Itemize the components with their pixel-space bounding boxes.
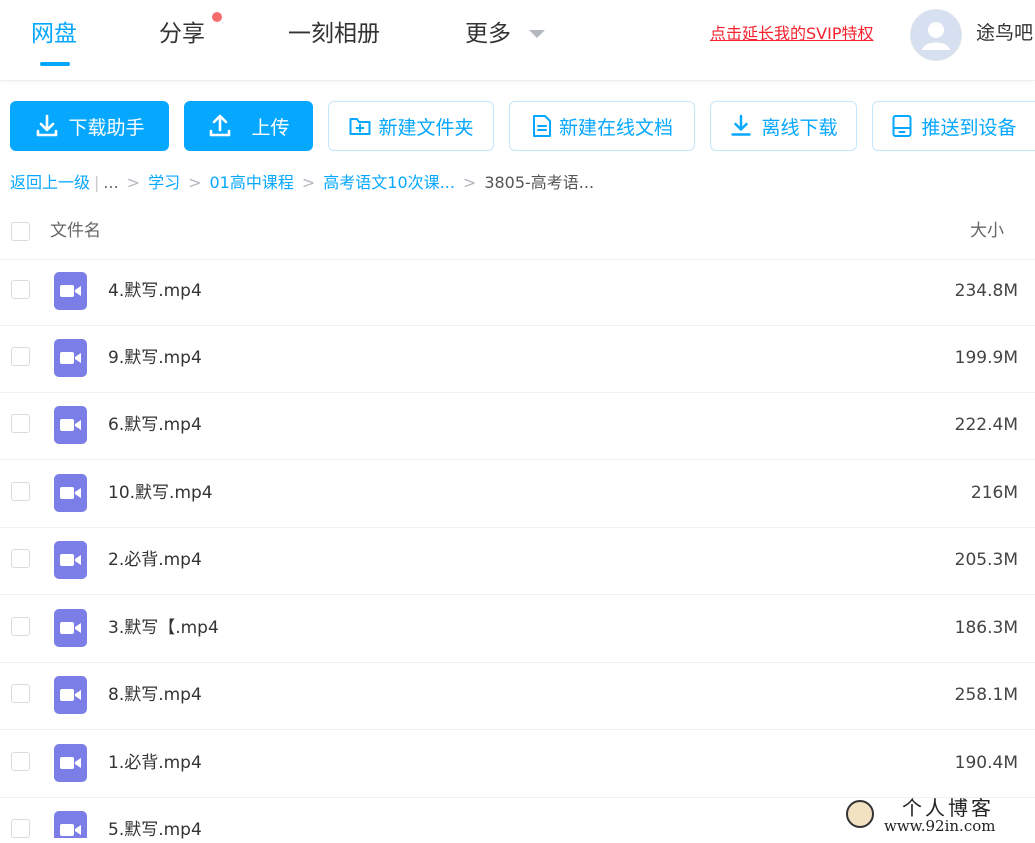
upload-button[interactable]: 上传 <box>184 101 313 151</box>
breadcrumb-item-study[interactable]: 学习 <box>148 173 180 192</box>
video-file-icon <box>54 339 87 377</box>
file-size: 199.9M <box>954 348 1018 368</box>
file-size: 234.8M <box>954 281 1018 301</box>
breadcrumb-ellipsis[interactable]: ... <box>103 173 118 192</box>
table-row[interactable]: 8.默写.mp4 258.1M <box>0 662 1035 730</box>
file-size: 205.3M <box>954 550 1018 570</box>
file-name[interactable]: 10.默写.mp4 <box>108 480 213 506</box>
username[interactable]: 途鸟吧 <box>976 18 1033 48</box>
file-name[interactable]: 6.默写.mp4 <box>108 412 202 438</box>
file-size: 190.4M <box>954 753 1018 773</box>
notification-dot <box>212 12 222 22</box>
table-row[interactable]: 2.必背.mp4 205.3M <box>0 527 1035 595</box>
column-header-size[interactable]: 大小 <box>970 218 1004 244</box>
chevron-down-icon[interactable] <box>529 30 545 38</box>
row-checkbox[interactable] <box>11 482 30 501</box>
file-name[interactable]: 4.默写.mp4 <box>108 278 202 304</box>
watermark-avatar-icon <box>846 800 874 828</box>
row-checkbox[interactable] <box>11 617 30 636</box>
download-icon <box>37 114 58 137</box>
download-helper-button[interactable]: 下载助手 <box>10 101 169 151</box>
video-file-icon <box>54 406 87 444</box>
file-name[interactable]: 2.必背.mp4 <box>108 547 202 573</box>
file-size: 186.3M <box>954 618 1018 638</box>
breadcrumb-current: 3805-高考语... <box>484 173 595 192</box>
offline-download-button[interactable]: 离线下载 <box>710 101 857 151</box>
new-folder-button[interactable]: 新建文件夹 <box>328 101 494 151</box>
download-helper-label: 下载助手 <box>68 116 145 139</box>
new-online-doc-button[interactable]: 新建在线文档 <box>509 101 695 151</box>
table-row[interactable]: 3.默写【.mp4 186.3M <box>0 595 1035 663</box>
breadcrumb-separator: > <box>188 173 202 192</box>
tab-share[interactable]: 分享 <box>159 14 205 54</box>
breadcrumb-item-highschool[interactable]: 01高中课程 <box>210 173 294 192</box>
file-name[interactable]: 9.默写.mp4 <box>108 345 202 371</box>
column-header-name[interactable]: 文件名 <box>50 218 101 244</box>
tab-netdisk[interactable]: 网盘 <box>31 14 77 54</box>
breadcrumb-back[interactable]: 返回上一级 <box>10 173 90 192</box>
file-list-header: 文件名 大小 <box>0 205 1035 260</box>
breadcrumb-item-chinese-course[interactable]: 高考语文10次课... <box>323 173 455 192</box>
file-name[interactable]: 5.默写.mp4 <box>108 817 202 843</box>
file-size: 258.1M <box>954 685 1018 705</box>
breadcrumb-divider: | <box>94 173 100 192</box>
select-all-checkbox[interactable] <box>11 222 30 241</box>
video-file-icon <box>54 272 87 310</box>
tab-more[interactable]: 更多 <box>465 14 511 54</box>
offline-download-label: 离线下载 <box>761 116 838 139</box>
push-to-device-button[interactable]: 推送到设备 <box>872 101 1035 151</box>
table-row[interactable]: 4.默写.mp4 234.8M <box>0 258 1035 326</box>
table-row[interactable]: 1.必背.mp4 190.4M <box>0 730 1035 798</box>
top-nav: 网盘 分享 一刻相册 更多 点击延长我的SVIP特权 途鸟吧 <box>0 0 1035 81</box>
video-file-icon <box>54 474 87 512</box>
new-folder-icon <box>349 118 371 135</box>
device-icon <box>892 115 912 137</box>
video-file-icon <box>54 811 87 838</box>
offline-download-icon <box>731 114 752 136</box>
watermark-url: www.92in.com <box>884 817 996 835</box>
file-name[interactable]: 1.必背.mp4 <box>108 750 202 776</box>
file-name[interactable]: 3.默写【.mp4 <box>108 615 219 641</box>
file-size: 222.4M <box>954 415 1018 435</box>
row-checkbox[interactable] <box>11 549 30 568</box>
document-icon <box>532 115 551 137</box>
upload-label: 上传 <box>251 116 290 139</box>
table-row[interactable]: 9.默写.mp4 199.9M <box>0 325 1035 393</box>
svip-extend-link[interactable]: 点击延长我的SVIP特权 <box>710 22 873 46</box>
row-checkbox[interactable] <box>11 684 30 703</box>
push-to-device-label: 推送到设备 <box>921 116 1017 139</box>
upload-icon <box>210 114 231 137</box>
new-online-doc-label: 新建在线文档 <box>558 116 673 139</box>
video-file-icon <box>54 541 87 579</box>
file-name[interactable]: 8.默写.mp4 <box>108 682 202 708</box>
breadcrumb-separator: > <box>126 173 141 192</box>
avatar[interactable] <box>910 9 962 61</box>
video-file-icon <box>54 744 87 782</box>
row-checkbox[interactable] <box>11 280 30 299</box>
row-checkbox[interactable] <box>11 347 30 366</box>
video-file-icon <box>54 676 87 714</box>
breadcrumb-separator: > <box>301 173 316 192</box>
breadcrumb: 返回上一级 |... > 学习 >01高中课程 > 高考语文10次课... >3805-高考语… <box>10 170 594 196</box>
row-checkbox[interactable] <box>11 752 30 771</box>
file-size: 216M <box>970 483 1018 503</box>
new-folder-label: 新建文件夹 <box>378 116 474 139</box>
active-tab-indicator <box>40 62 70 66</box>
tab-album[interactable]: 一刻相册 <box>288 14 380 54</box>
user-avatar-icon <box>911 10 961 60</box>
row-checkbox[interactable] <box>11 414 30 433</box>
video-file-icon <box>54 609 87 647</box>
table-row[interactable]: 6.默写.mp4 222.4M <box>0 392 1035 460</box>
table-row[interactable]: 10.默写.mp4 216M <box>0 460 1035 528</box>
row-checkbox[interactable] <box>11 819 30 838</box>
breadcrumb-separator: > <box>462 173 477 192</box>
watermark: 个人博客 www.92in.com <box>842 796 1035 838</box>
